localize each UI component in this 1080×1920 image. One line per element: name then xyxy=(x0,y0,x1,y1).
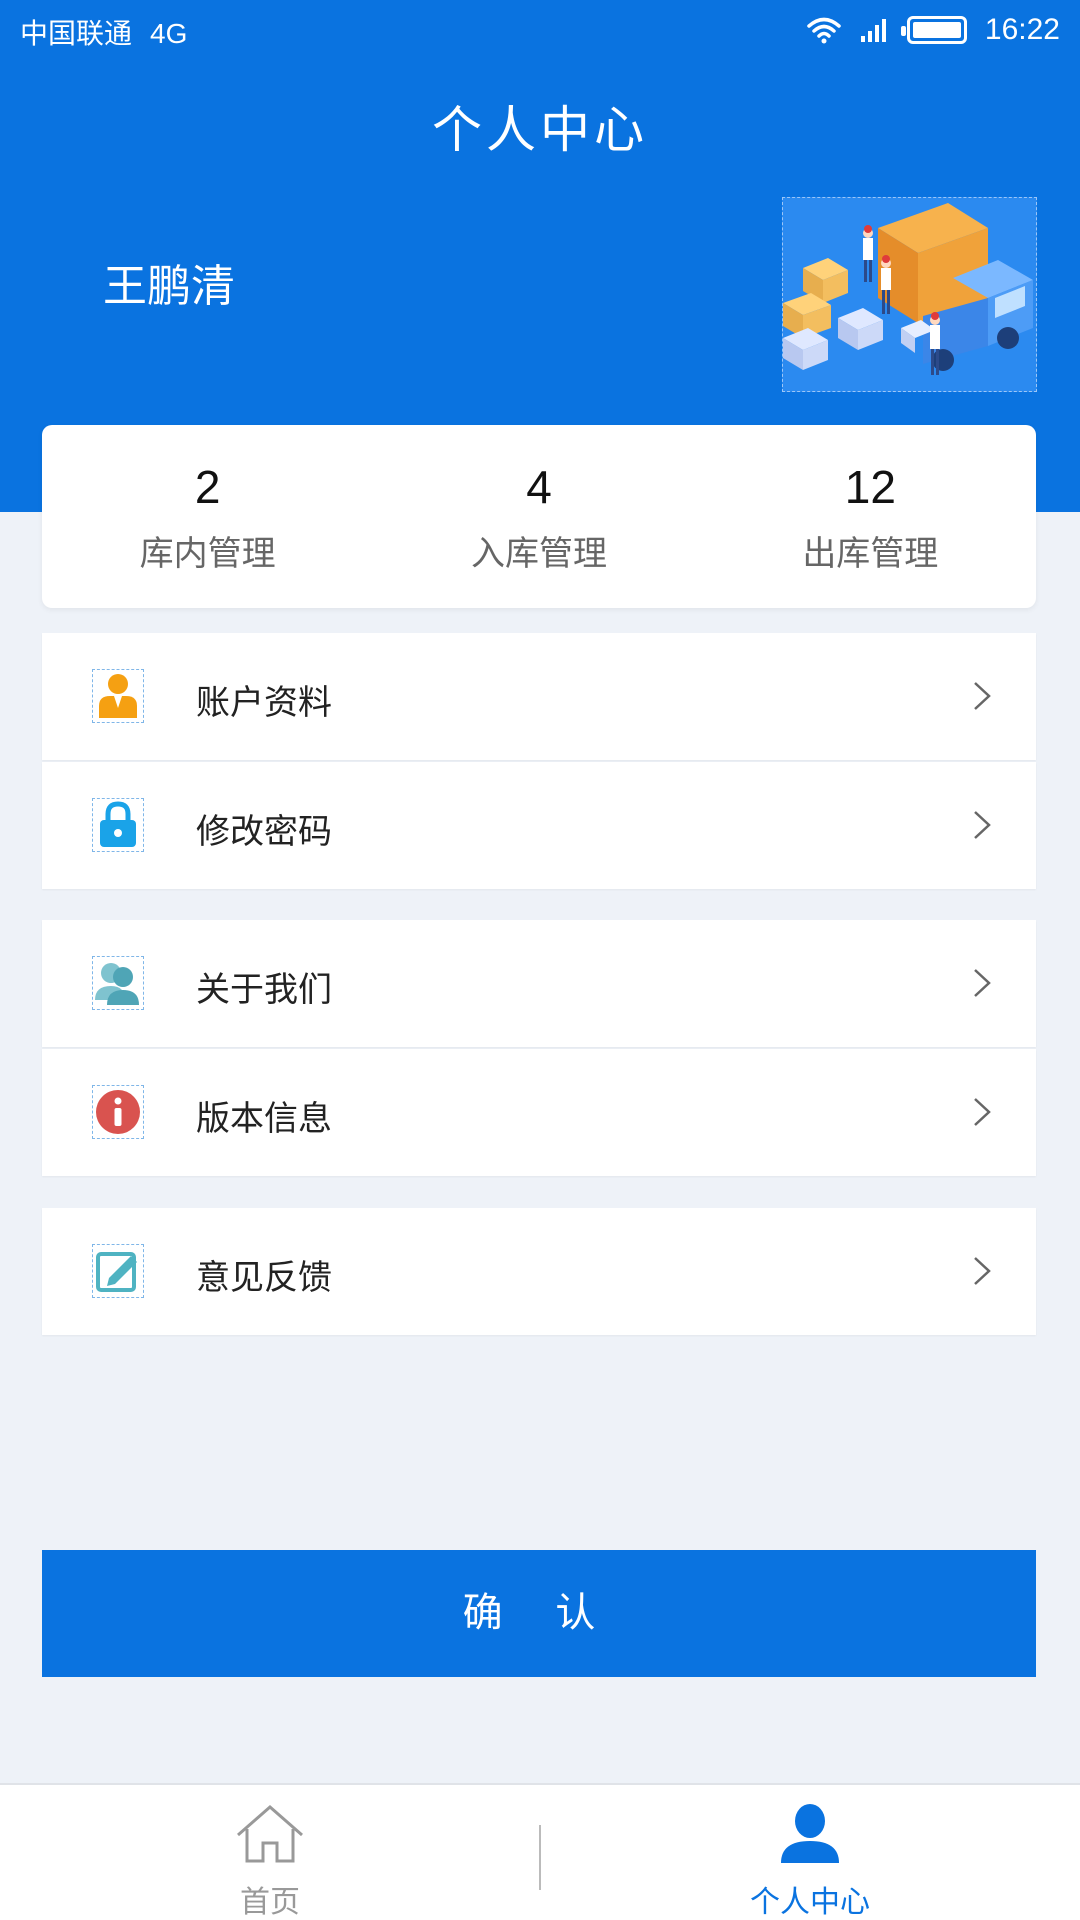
stat-value: 4 xyxy=(526,461,552,513)
menu-label: 关于我们 xyxy=(196,970,332,1010)
carrier-info: 中国联通 4G xyxy=(20,12,187,52)
profile-screen: 中国联通 4G 16:22 个人中心 王鹏清 2 库内管理 4 入库管理 12 … xyxy=(0,0,1080,1920)
nav-label: 首页 xyxy=(240,1885,300,1920)
menu-item-feedback[interactable]: 意见反馈 xyxy=(42,1208,1036,1335)
feedback-edit-icon xyxy=(92,1244,144,1298)
wifi-icon xyxy=(807,17,841,44)
page-title: 个人中心 xyxy=(432,101,648,159)
stat-in-warehouse[interactable]: 2 库内管理 xyxy=(42,425,373,608)
stat-outbound[interactable]: 12 出库管理 xyxy=(705,425,1036,608)
stat-label: 出库管理 xyxy=(802,534,939,574)
nav-tab-profile[interactable]: 个人中心 xyxy=(540,1785,1080,1920)
menu-label: 修改密码 xyxy=(196,812,332,852)
status-time: 16:22 xyxy=(984,13,1060,46)
menu-label: 版本信息 xyxy=(196,1099,332,1139)
lock-icon xyxy=(92,798,144,852)
chevron-right-icon xyxy=(974,1098,991,1126)
stats-card: 2 库内管理 4 入库管理 12 出库管理 xyxy=(42,425,1036,608)
stat-label: 入库管理 xyxy=(470,534,607,574)
info-icon xyxy=(92,1085,144,1139)
users-icon xyxy=(92,956,144,1010)
status-bar: 中国联通 4G 16:22 xyxy=(0,0,1080,60)
logistics-illustration xyxy=(782,197,1037,392)
menu-label: 账户资料 xyxy=(196,683,332,723)
network-type: 4G xyxy=(150,18,188,49)
user-icon xyxy=(781,1804,839,1863)
user-profile-icon xyxy=(92,669,144,723)
menu-item-change-password[interactable]: 修改密码 xyxy=(42,762,1036,889)
confirm-button[interactable]: 确 认 xyxy=(42,1550,1036,1677)
menu-item-version-info[interactable]: 版本信息 xyxy=(42,1049,1036,1176)
stat-value: 12 xyxy=(844,461,896,513)
stat-value: 2 xyxy=(194,461,221,513)
chevron-right-icon xyxy=(974,969,991,997)
stat-label: 库内管理 xyxy=(139,534,276,574)
nav-tab-home[interactable]: 首页 xyxy=(0,1785,540,1920)
battery-icon xyxy=(900,16,967,44)
menu-item-about-us[interactable]: 关于我们 xyxy=(42,920,1036,1047)
chevron-right-icon xyxy=(974,811,991,839)
chevron-right-icon xyxy=(974,682,991,710)
status-indicators: 16:22 xyxy=(807,10,1060,50)
nav-label: 个人中心 xyxy=(750,1885,870,1920)
chevron-right-icon xyxy=(974,1257,991,1285)
signal-icon xyxy=(860,19,886,42)
carrier-name: 中国联通 xyxy=(20,18,133,49)
bottom-nav: 首页 个人中心 xyxy=(0,1783,1080,1920)
menu-label: 意见反馈 xyxy=(196,1258,332,1298)
home-icon xyxy=(237,1805,303,1863)
user-name: 王鹏清 xyxy=(103,261,235,312)
menu-item-account-profile[interactable]: 账户资料 xyxy=(42,633,1036,760)
stat-inbound[interactable]: 4 入库管理 xyxy=(373,425,704,608)
